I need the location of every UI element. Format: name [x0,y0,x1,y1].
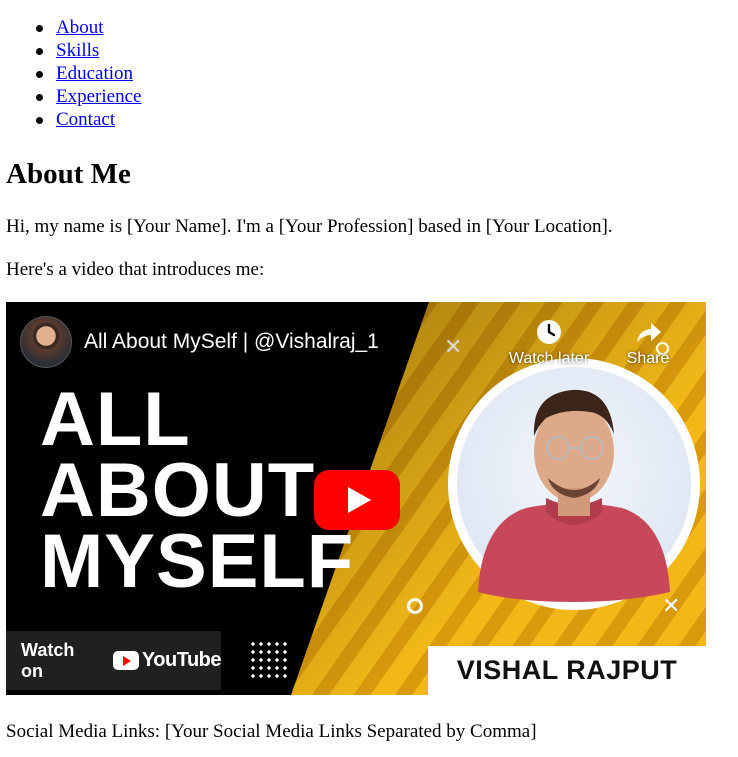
decorative-dots-icon [249,640,287,678]
video-lead-paragraph: Here's a video that introduces me: [6,259,265,280]
nav-item-education: Education [0,62,141,85]
about-heading: About Me [6,158,131,190]
youtube-play-box-icon [112,651,139,670]
nav-link-education[interactable]: Education [56,63,133,84]
nav-item-experience: Experience [0,85,141,108]
share-label: Share [626,350,670,367]
thumbnail-line-3: MYSELF [40,519,355,604]
share-button[interactable]: Share [598,318,698,368]
channel-avatar[interactable] [20,316,72,368]
nav-list: About Skills Education Experience Contac… [0,16,141,131]
thumbnail-line-2: ABOUT [40,448,316,533]
watch-later-button[interactable]: Watch later [499,318,599,368]
nav-item-skills: Skills [0,39,141,62]
share-arrow-icon [598,318,698,346]
decorative-ring-icon [407,598,423,614]
thumbnail-big-text: ALL ABOUT MYSELF [40,377,355,604]
nav-item-about: About [0,16,141,39]
youtube-logo-icon: YouTube [112,649,222,672]
nav-link-experience[interactable]: Experience [56,86,141,107]
social-links-paragraph: Social Media Links: [Your Social Media L… [6,721,537,742]
decorative-x-icon: ✕ [662,594,681,619]
youtube-embed[interactable]: ALL ABOUT MYSELF ✕ ✕ VISHAL RAJPUT All A… [6,302,706,695]
intro-paragraph: Hi, my name is [Your Name]. I'm a [Your … [6,216,613,237]
nav-link-skills[interactable]: Skills [56,40,99,61]
nav-link-contact[interactable]: Contact [56,109,115,130]
thumbnail-line-1: ALL [40,377,191,462]
nav-link-about[interactable]: About [56,17,104,38]
decorative-x-icon: ✕ [444,335,463,360]
video-title[interactable]: All About MySelf | @Vishalraj_1 [84,329,379,355]
clock-icon [499,318,599,346]
thumbnail-name-banner: VISHAL RAJPUT [428,646,706,695]
nav-item-contact: Contact [0,108,141,131]
youtube-wordmark: YouTube [141,649,222,671]
play-button[interactable] [314,470,400,530]
watch-later-label: Watch later [508,350,590,367]
watch-on-youtube-button[interactable]: Watch on YouTube [6,631,222,690]
watch-on-label: Watch on [21,639,75,681]
